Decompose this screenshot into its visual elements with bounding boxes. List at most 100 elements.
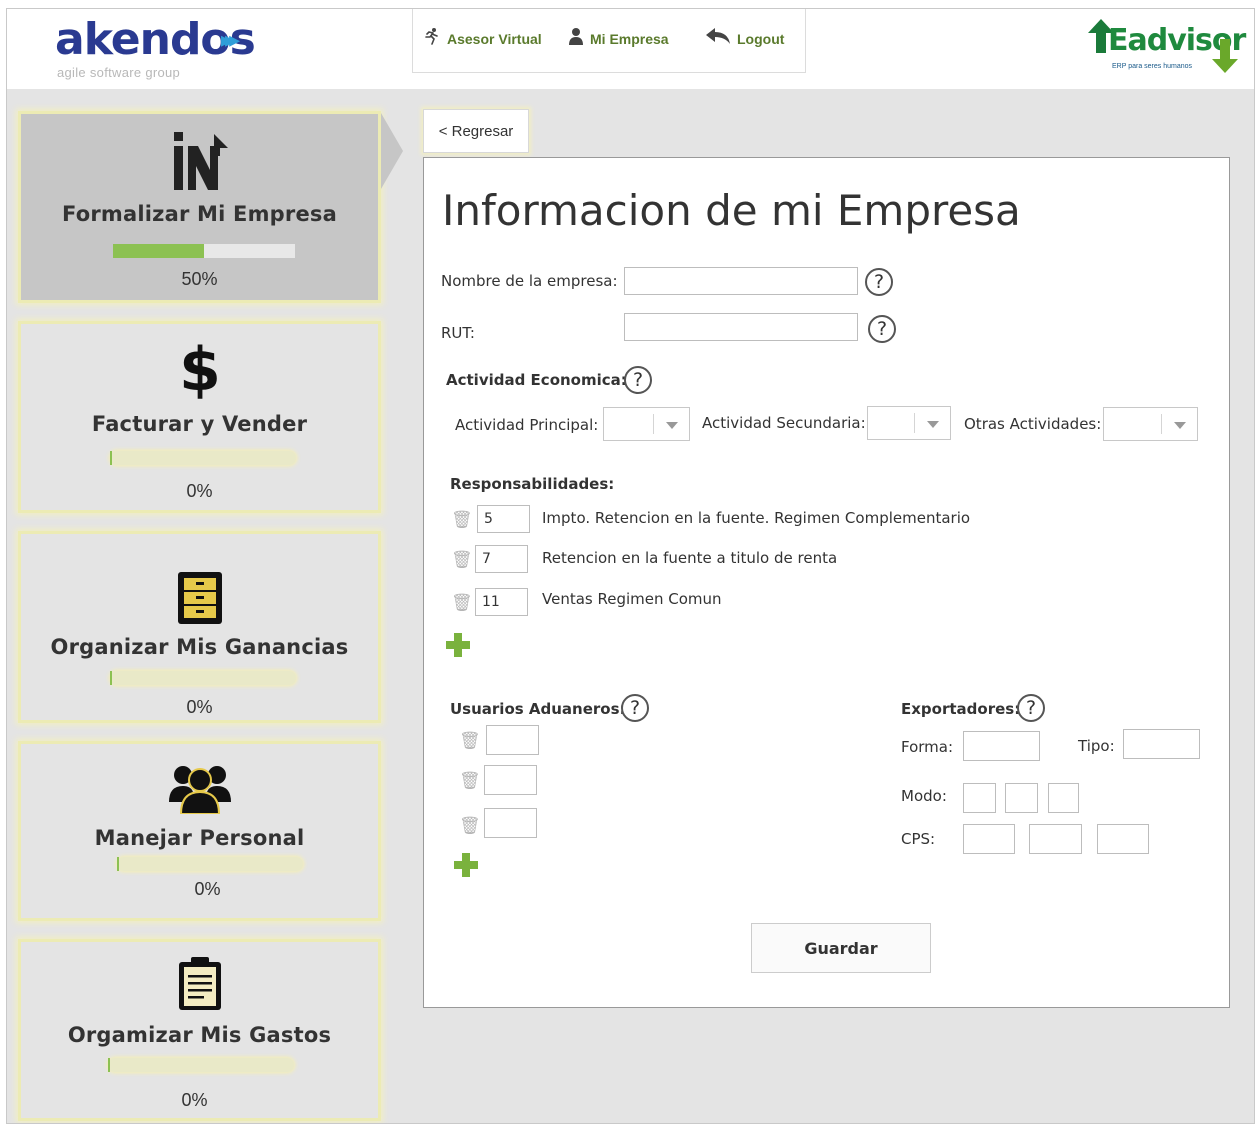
rut-label: RUT: [441, 324, 475, 342]
modo-input-3[interactable] [1048, 783, 1079, 813]
header: akendos ▸▸▸ agile software group Asesor … [7, 9, 1254, 89]
sidebar-card-ganancias[interactable]: Organizar Mis Ganancias 0% [18, 531, 381, 723]
card-percent: 50% [181, 269, 218, 289]
brand-down-arrow-icon [1212, 59, 1238, 73]
nav-mi-empresa[interactable]: Mi Empresa [568, 27, 669, 50]
nav-logout[interactable]: Logout [705, 27, 784, 50]
responsibility-code-input[interactable] [475, 545, 528, 573]
activity-secondary-label: Actividad Secundaria: [702, 414, 866, 432]
card-title: Orgamizar Mis Gastos [67, 1023, 332, 1047]
activity-help-icon[interactable]: ? [624, 366, 652, 394]
clipboard-icon [21, 956, 378, 1017]
app-window: akendos ▸▸▸ agile software group Asesor … [6, 8, 1255, 1124]
nav-asesor-virtual[interactable]: Asesor Virtual [423, 27, 542, 50]
svg-text:$: $ [180, 336, 220, 400]
nav-label: Logout [737, 30, 785, 47]
progress-fill [108, 1058, 110, 1072]
modo-input-2[interactable] [1005, 783, 1038, 813]
rut-help-icon[interactable]: ? [868, 315, 896, 343]
users-icon [21, 762, 378, 819]
rut-input[interactable] [624, 313, 858, 341]
nav-label: Asesor Virtual [447, 30, 542, 47]
card-percent: 0% [194, 879, 221, 899]
customs-user-input[interactable] [484, 765, 537, 795]
sidebar-card-facturar[interactable]: $ Facturar y Vender 0% [18, 321, 381, 513]
brand-up-arrow-stem [1096, 31, 1106, 53]
responsibility-description: Ventas Regimen Comun [542, 590, 722, 608]
chevron-down-icon [927, 421, 939, 428]
responsibility-code-input[interactable] [475, 588, 528, 616]
customs-users-help-icon[interactable]: ? [621, 694, 649, 722]
brand-down-arrow-stem [1220, 39, 1230, 59]
activity-principal-select[interactable] [603, 407, 690, 441]
trash-icon[interactable]: 🗑 [451, 551, 473, 569]
akendos-logo[interactable]: akendos ▸▸▸ agile software group [55, 15, 295, 85]
activity-secondary-select[interactable] [867, 406, 951, 440]
nav-label: Mi Empresa [590, 30, 669, 47]
progress-fill [117, 857, 119, 871]
forma-label: Forma: [901, 738, 954, 756]
trash-icon[interactable]: 🗑 [459, 732, 481, 750]
cps-input-3[interactable] [1097, 824, 1149, 854]
sidebar-card-personal[interactable]: Manejar Personal 0% [18, 741, 381, 921]
user-icon [568, 27, 584, 50]
reply-arrow-icon [705, 27, 731, 50]
chevron-down-icon [666, 422, 678, 429]
modo-label: Modo: [901, 787, 947, 805]
cps-input-2[interactable] [1029, 824, 1082, 854]
select-separator [1161, 414, 1162, 434]
company-name-label: Nombre de la empresa: [441, 272, 618, 290]
active-card-pointer [381, 113, 403, 189]
exporters-help-icon[interactable]: ? [1017, 694, 1045, 722]
trash-icon[interactable]: 🗑 [451, 511, 473, 529]
card-percent: 0% [186, 697, 213, 717]
card-title: Formalizar Mi Empresa [62, 202, 337, 226]
company-info-panel: Informacion de mi Empresa Nombre de la e… [423, 157, 1230, 1008]
progress-bar [113, 244, 295, 258]
chevron-down-icon [1174, 422, 1186, 429]
card-title: Facturar y Vender [91, 412, 308, 436]
forma-input[interactable] [963, 731, 1040, 761]
add-responsibility-plus-icon[interactable] [446, 633, 470, 657]
back-button[interactable]: < Regresar [423, 109, 529, 153]
save-button[interactable]: Guardar [751, 923, 931, 973]
select-separator [914, 413, 915, 433]
company-name-input[interactable] [624, 267, 858, 295]
cps-label: CPS: [901, 830, 936, 848]
responsibilities-heading: Responsabilidades: [450, 475, 615, 493]
card-title: Organizar Mis Ganancias [50, 635, 349, 659]
logo-arrows-icon: ▸▸▸ [221, 28, 240, 53]
brand-tagline: ERP para seres humanos [1112, 63, 1193, 70]
trash-icon[interactable]: 🗑 [451, 594, 473, 612]
trash-icon[interactable]: 🗑 [459, 772, 481, 790]
activity-other-label: Otras Actividades: [964, 415, 1102, 433]
logo-subtitle: agile software group [57, 65, 181, 80]
sidebar-card-gastos[interactable]: Orgamizar Mis Gastos 0% [18, 939, 381, 1121]
eadvisor-logo[interactable]: Eadvisor ERP para seres humanos [1088, 17, 1246, 79]
cps-input-1[interactable] [963, 824, 1015, 854]
sidebar-card-formalizar[interactable]: Formalizar Mi Empresa 50% [18, 111, 381, 303]
progress-bar [108, 1058, 294, 1072]
progress-fill [110, 451, 112, 465]
page-title: Informacion de mi Empresa [442, 186, 1021, 235]
tipo-input[interactable] [1123, 729, 1200, 759]
customs-user-input[interactable] [486, 725, 539, 755]
activity-principal-label: Actividad Principal: [455, 416, 599, 434]
progress-bar [110, 671, 296, 685]
card-percent: 0% [186, 481, 213, 501]
tipo-label: Tipo: [1078, 737, 1115, 755]
progress-fill [113, 244, 204, 258]
runner-icon [423, 27, 441, 50]
in-logo-icon [21, 132, 378, 199]
modo-input-1[interactable] [963, 783, 996, 813]
progress-bar [117, 857, 303, 871]
trash-icon[interactable]: 🗑 [459, 817, 481, 835]
progress-fill [110, 671, 112, 685]
company-name-help-icon[interactable]: ? [865, 268, 893, 296]
customs-user-input[interactable] [484, 808, 537, 838]
add-customs-user-plus-icon[interactable] [454, 853, 478, 877]
activity-other-select[interactable] [1103, 407, 1198, 441]
responsibility-code-input[interactable] [477, 505, 530, 533]
select-separator [653, 414, 654, 434]
dollar-icon: $ [21, 335, 378, 405]
